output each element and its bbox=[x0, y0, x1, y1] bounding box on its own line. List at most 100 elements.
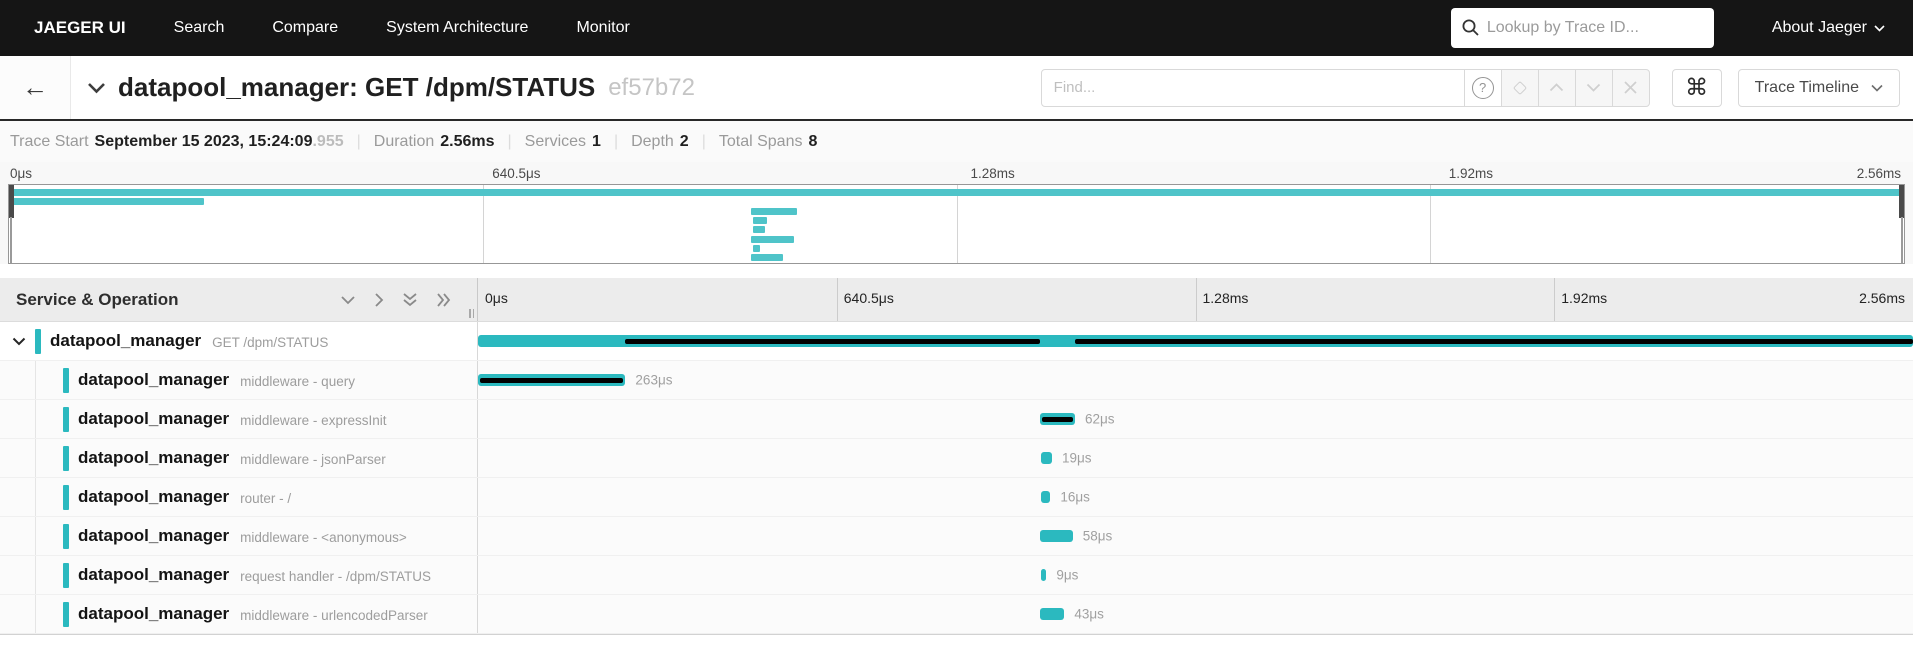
chevron-down-icon bbox=[88, 82, 105, 93]
trace-title-area: datapool_manager: GET /dpm/STATUS ef57b7… bbox=[71, 56, 695, 119]
nav-links: Search Compare System Architecture Monitor bbox=[174, 19, 630, 37]
timeline-axis-tick: 1.28ms bbox=[1202, 290, 1249, 306]
span-bar[interactable] bbox=[1041, 491, 1051, 503]
chevron-down-icon bbox=[1874, 24, 1885, 32]
summary-label: Depth bbox=[631, 132, 674, 150]
indent-guide bbox=[35, 361, 36, 399]
span-name-cell[interactable]: datapool_manager middleware - query bbox=[0, 361, 478, 399]
operation-name: middleware - jsonParser bbox=[240, 451, 386, 467]
span-duration-label: 43μs bbox=[1074, 606, 1104, 622]
span-name-cell[interactable]: datapool_manager middleware - <anonymous… bbox=[0, 517, 478, 555]
service-color-bar bbox=[35, 328, 41, 354]
minimap-span-bar bbox=[751, 235, 795, 243]
summary-separator: | bbox=[507, 132, 512, 150]
find-prev-button[interactable] bbox=[1537, 68, 1576, 107]
about-jaeger-label: About Jaeger bbox=[1771, 19, 1867, 36]
nav-item-compare[interactable]: Compare bbox=[272, 19, 338, 37]
summary-value: 8 bbox=[808, 132, 818, 150]
summary-separator: | bbox=[701, 132, 706, 150]
collapse-one-icon[interactable] bbox=[340, 295, 356, 305]
app-logo[interactable]: JAEGER UI bbox=[34, 18, 126, 38]
summary-value: September 15 2023, 15:24:09 bbox=[94, 132, 313, 150]
span-bar[interactable] bbox=[1040, 530, 1073, 542]
back-button[interactable]: ← bbox=[0, 56, 71, 119]
service-color-bar bbox=[63, 562, 69, 588]
nav-item-monitor[interactable]: Monitor bbox=[576, 19, 629, 37]
trace-collapse-toggle[interactable] bbox=[87, 82, 106, 94]
summary-label: Total Spans bbox=[718, 132, 803, 150]
minimap-span-bar bbox=[9, 198, 204, 206]
service-name: datapool_manager bbox=[78, 565, 230, 584]
column-resize-handle[interactable] bbox=[469, 309, 474, 318]
about-jaeger-menu[interactable]: About Jaeger bbox=[1772, 19, 1885, 37]
span-graph: 0μs 640.5μs 1.28ms 1.92ms 2.56ms bbox=[0, 162, 1913, 264]
service-name: datapool_manager bbox=[78, 409, 230, 428]
span-collapse-chevron-icon[interactable] bbox=[12, 337, 26, 346]
span-name-cell[interactable]: datapool_manager middleware - jsonParser bbox=[0, 439, 478, 477]
timeline-axis-tick: 1.92ms bbox=[1561, 290, 1608, 306]
keyboard-shortcuts-button[interactable]: ⌘ bbox=[1671, 68, 1722, 107]
chevron-down-icon bbox=[1871, 84, 1883, 92]
span-timeline-cell: 58μs bbox=[478, 517, 1913, 555]
minimap-gridline bbox=[1430, 185, 1432, 263]
trace-page-header: ← datapool_manager: GET /dpm/STATUS ef57… bbox=[0, 56, 1913, 121]
collapse-all-icon[interactable] bbox=[402, 292, 418, 307]
timeline-axis-header: 0μs 640.5μs 1.28ms 1.92ms 2.56ms bbox=[478, 278, 1913, 321]
summary-value: 1 bbox=[592, 132, 601, 150]
axis-gridline bbox=[1554, 278, 1556, 321]
find-clear-button[interactable] bbox=[1611, 68, 1650, 107]
span-name-cell[interactable]: datapool_manager router - / bbox=[0, 478, 478, 516]
critical-path-segment bbox=[1074, 339, 1913, 344]
minimap-right-scrubber[interactable] bbox=[1897, 185, 1904, 263]
minimap-span-bar bbox=[751, 207, 798, 215]
service-name: datapool_manager bbox=[78, 370, 230, 389]
timeline-axis-tick: 2.56ms bbox=[1859, 290, 1905, 306]
trace-lookup-input[interactable] bbox=[1450, 8, 1714, 48]
command-icon: ⌘ bbox=[1685, 74, 1709, 101]
minimap-left-scrubber[interactable] bbox=[9, 185, 16, 263]
operation-name: middleware - urlencodedParser bbox=[240, 607, 428, 623]
trace-header-toolbar: ? ⌘ Trace Timeline bbox=[1040, 56, 1900, 119]
find-input[interactable] bbox=[1040, 68, 1465, 107]
critical-path-segment bbox=[625, 339, 1041, 344]
find-next-button[interactable] bbox=[1574, 68, 1613, 107]
top-nav: JAEGER UI Search Compare System Architectu… bbox=[0, 0, 1913, 56]
find-help-button[interactable]: ? bbox=[1463, 68, 1502, 107]
summary-label: Duration bbox=[373, 132, 435, 150]
nav-item-search[interactable]: Search bbox=[174, 19, 225, 37]
span-row: datapool_manager router - / 16μs bbox=[0, 478, 1913, 517]
span-duration-label: 263μs bbox=[635, 372, 673, 388]
focus-diamond-icon bbox=[1512, 80, 1527, 95]
span-name-cell[interactable]: datapool_manager middleware - urlencoded… bbox=[0, 595, 478, 633]
operation-name: middleware - expressInit bbox=[240, 412, 387, 428]
trace-view-selector[interactable]: Trace Timeline bbox=[1737, 68, 1900, 107]
close-icon bbox=[1624, 81, 1637, 94]
span-bar[interactable] bbox=[1041, 452, 1052, 464]
service-color-bar bbox=[63, 445, 69, 471]
help-icon: ? bbox=[1471, 76, 1494, 99]
span-bar[interactable] bbox=[1040, 608, 1065, 620]
span-timeline-cell: 263μs bbox=[478, 361, 1913, 399]
span-duration-label: 16μs bbox=[1060, 489, 1090, 505]
focus-span-button[interactable] bbox=[1500, 68, 1539, 107]
span-name-cell[interactable]: datapool_manager request handler - /dpm/… bbox=[0, 556, 478, 594]
service-operation-header: Service & Operation bbox=[0, 278, 478, 321]
summary-separator: | bbox=[613, 132, 619, 150]
trace-summary-bar: Trace Start September 15 2023, 15:24:09.9… bbox=[0, 121, 1913, 162]
nav-item-system-architecture[interactable]: System Architecture bbox=[386, 19, 528, 37]
minimap-axis-tick: 1.28ms bbox=[970, 166, 1015, 181]
span-name-cell[interactable]: datapool_manager middleware - expressIni… bbox=[0, 400, 478, 438]
find-group: ? bbox=[1040, 68, 1650, 107]
expand-one-icon[interactable] bbox=[374, 292, 384, 308]
spacer bbox=[0, 264, 1913, 278]
span-bar[interactable] bbox=[1041, 569, 1047, 581]
summary-value: 2.56ms bbox=[440, 132, 495, 150]
minimap-canvas[interactable] bbox=[8, 184, 1905, 264]
span-name-cell[interactable]: datapool_manager GET /dpm/STATUS bbox=[0, 322, 478, 360]
expand-all-icon[interactable] bbox=[436, 292, 451, 308]
span-timeline-cell: 16μs bbox=[478, 478, 1913, 516]
axis-gridline bbox=[1195, 278, 1197, 321]
span-timeline-cell: 43μs bbox=[478, 595, 1913, 633]
service-operation-title: Service & Operation bbox=[16, 289, 179, 309]
operation-name: middleware - <anonymous> bbox=[240, 529, 407, 545]
